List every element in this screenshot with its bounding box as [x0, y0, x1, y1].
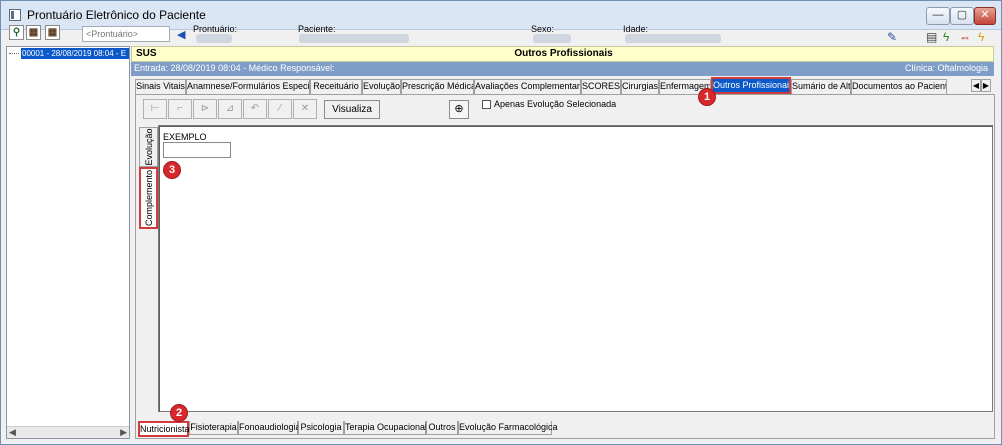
entry-info: Entrada: 28/08/2019 08:04 - Médico Respo…: [134, 63, 335, 73]
tab-fisioterapia[interactable]: Fisioterapia: [189, 421, 238, 435]
module-title: Outros Profissionais: [514, 48, 613, 59]
maximize-button[interactable]: ▢: [950, 7, 974, 25]
tab-psicologia[interactable]: Psicologia: [298, 421, 344, 435]
annotation-badge-3: 3: [163, 161, 181, 179]
annotation-badge-1: 1: [698, 88, 716, 106]
tab-outros[interactable]: Outros: [426, 421, 458, 435]
apenas-evolucao-checkbox[interactable]: [482, 100, 491, 109]
entry-bar: Entrada: 28/08/2019 08:04 - Médico Respo…: [131, 62, 994, 76]
tabs-scroll-left-icon[interactable]: ◀: [971, 79, 981, 92]
format-button-2[interactable]: ⌐: [168, 99, 192, 119]
tab-receituario[interactable]: Receituário: [310, 79, 362, 94]
close-button[interactable]: ✕: [974, 7, 996, 25]
format-button-4[interactable]: ⊿: [218, 99, 242, 119]
tree-item-attendance[interactable]: 00001 - 28/08/2019 08:04 - E: [21, 48, 129, 59]
format-button-7[interactable]: ✕: [293, 99, 317, 119]
side-tab-complemento-label: Complemento: [143, 169, 154, 227]
annotation-badge-2: 2: [170, 404, 188, 422]
side-tab-evolucao[interactable]: Evolução: [139, 127, 158, 167]
exemplo-label: EXEMPLO: [163, 132, 207, 142]
patient-records-icon[interactable]: ▦: [45, 25, 60, 40]
tab-documentos-ao-paciente[interactable]: Documentos ao Paciente: [851, 79, 947, 94]
patient-folder-icon[interactable]: ▦: [26, 25, 41, 40]
exit-icon[interactable]: ⇔: [959, 30, 971, 44]
sexo-value-redacted: [533, 34, 571, 43]
app-window: Prontuário Eletrônico do Paciente — ▢ ✕ …: [0, 0, 1002, 445]
prontuario-input[interactable]: [82, 26, 170, 42]
clinic-info: Clínica: Oftalmologia: [904, 63, 988, 73]
apenas-evolucao-label: Apenas Evolução Selecionada: [494, 99, 617, 109]
paciente-label: Paciente:: [298, 24, 336, 34]
main-tabs: Sinais Vitais Anamnese/Formulários Espec…: [135, 77, 995, 94]
format-button-1[interactable]: ⊢: [143, 99, 167, 119]
tab-sumario-de-alta[interactable]: Sumário de Alta: [791, 79, 851, 94]
tab-anamnese[interactable]: Anamnese/Formulários Especiais: [186, 79, 310, 94]
tab-prescricao-medica[interactable]: Prescrição Médica: [401, 79, 474, 94]
side-tab-complemento[interactable]: Complemento: [139, 167, 158, 229]
tab-terapia-ocupacional[interactable]: Terapia Ocupacional: [344, 421, 427, 435]
content-panel: ⊢ ⌐ ⊳ ⊿ ↶ ⁄ ✕ Visualiza ⊕ Apenas Evoluçã…: [135, 94, 995, 439]
lightning-yellow-icon[interactable]: ϟ: [978, 30, 984, 44]
idade-label: Idade:: [623, 24, 649, 34]
doctor-icon[interactable]: ✎: [887, 30, 897, 44]
tabs-scroll-right-icon[interactable]: ▶: [981, 79, 991, 92]
form-area: EXEMPLO: [158, 125, 993, 412]
lightning-green-icon[interactable]: ϟ: [943, 30, 949, 44]
tree-horizontal-scrollbar[interactable]: ◀ ▶: [7, 426, 129, 438]
prontuario-value-redacted: [196, 34, 232, 43]
attendance-tree: 00001 - 28/08/2019 08:04 - E ◀ ▶: [6, 46, 130, 439]
exemplo-field[interactable]: [163, 142, 231, 158]
search-patient-icon[interactable]: ⚲: [9, 25, 24, 40]
tab-evolucao-farmacologica[interactable]: Evolução Farmacológica: [458, 421, 558, 435]
tab-scores[interactable]: SCORES: [581, 79, 621, 94]
idade-value-redacted: [625, 34, 721, 43]
format-button-3[interactable]: ⊳: [193, 99, 217, 119]
sus-bar: SUS Outros Profissionais: [131, 46, 994, 62]
tab-nutricionista[interactable]: Nutricionista: [138, 421, 190, 437]
tab-fonoaudiologia[interactable]: Fonoaudiologia: [238, 421, 301, 435]
format-button-5[interactable]: ↶: [243, 99, 267, 119]
document-icon[interactable]: ▤: [926, 30, 937, 44]
tab-outros-profissionais[interactable]: Outros Profissionais: [711, 77, 791, 94]
tab-sinais-vitais[interactable]: Sinais Vitais: [135, 79, 186, 94]
format-button-6[interactable]: ⁄: [268, 99, 292, 119]
minimize-button[interactable]: —: [926, 7, 950, 25]
side-tab-evolucao-label: Evolução: [143, 128, 154, 166]
arrow-left-icon[interactable]: ◀: [177, 28, 185, 41]
side-tabs: Evolução Complemento: [139, 127, 158, 437]
window-title: Prontuário Eletrônico do Paciente: [27, 8, 206, 22]
tab-avaliacoes-complementares[interactable]: Avaliações Complementares: [474, 79, 581, 94]
prontuario-label: Prontuário:: [193, 24, 238, 34]
tree-connector: [9, 53, 19, 54]
scroll-left-icon[interactable]: ◀: [9, 427, 16, 438]
tab-evolucao[interactable]: Evolução: [362, 79, 401, 94]
profession-tabs: Nutricionista Fisioterapia Fonoaudiologi…: [138, 421, 568, 437]
sexo-label: Sexo:: [531, 24, 555, 34]
paciente-value-redacted: [299, 34, 409, 43]
app-icon: [9, 9, 21, 21]
zoom-icon[interactable]: ⊕: [449, 100, 469, 119]
visualiza-button[interactable]: Visualiza: [324, 100, 380, 119]
scroll-right-icon[interactable]: ▶: [120, 427, 127, 438]
tab-cirurgias[interactable]: Cirurgias: [621, 79, 659, 94]
